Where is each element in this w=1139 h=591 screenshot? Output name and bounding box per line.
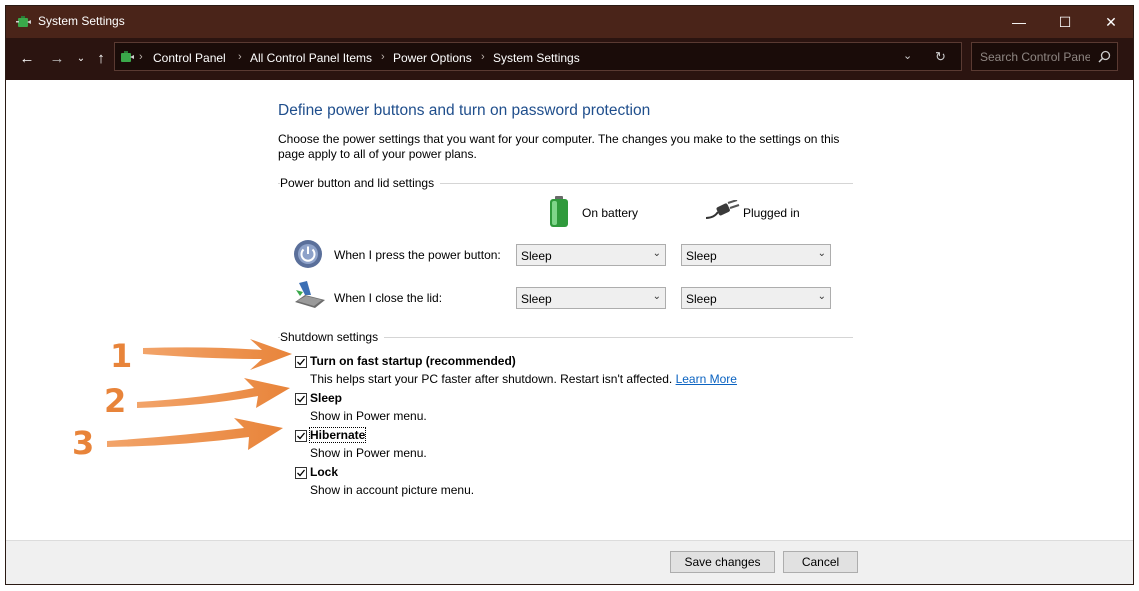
callout-arrow-3 xyxy=(107,418,283,450)
annotation-overlay xyxy=(107,339,292,450)
callout-number-1: 1 xyxy=(110,337,133,375)
callout-arrow-1 xyxy=(143,339,292,370)
callout-arrow-2 xyxy=(137,378,290,408)
callout-number-3: 3 xyxy=(72,424,95,462)
callout-number-2: 2 xyxy=(104,382,127,420)
